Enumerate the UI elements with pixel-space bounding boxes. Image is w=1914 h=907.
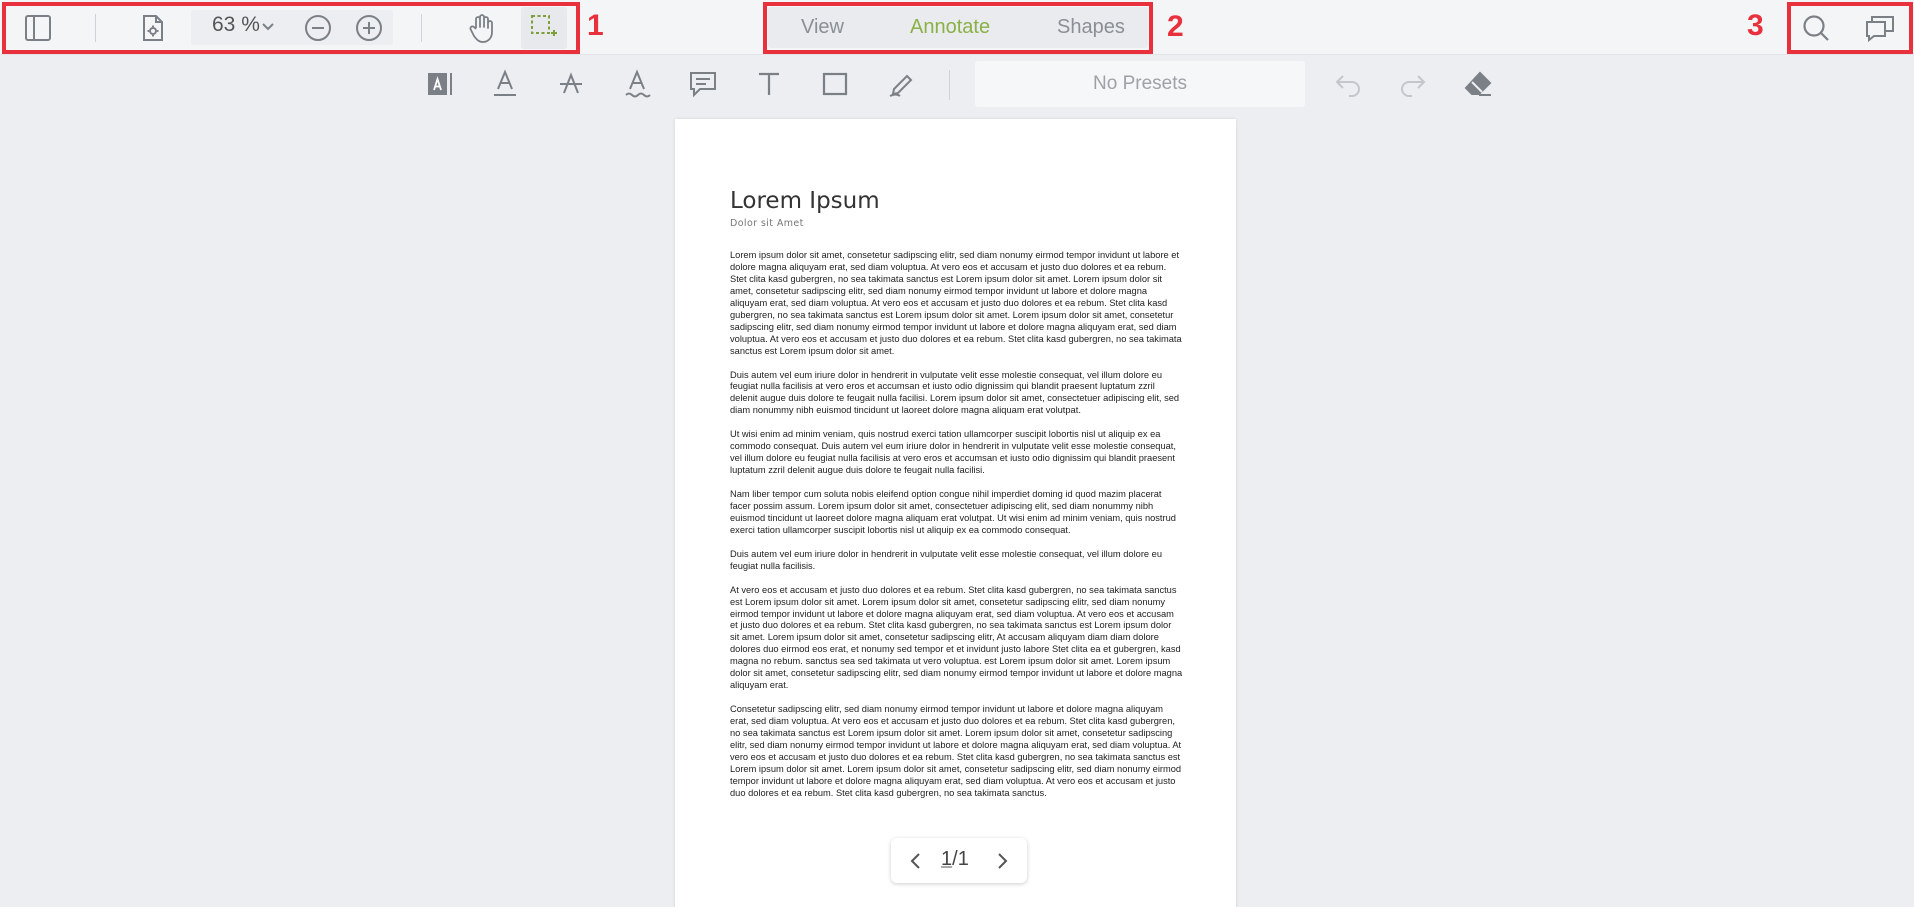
- undo-button[interactable]: [1330, 66, 1366, 102]
- underline-icon: [494, 69, 516, 96]
- note-button[interactable]: [685, 66, 721, 102]
- document-paragraph: Ut wisi enim ad minim veniam, quis nostr…: [730, 429, 1176, 476]
- document-paragraph: Lorem ipsum dolor sit amet, consetetur s…: [730, 250, 1182, 356]
- redo-button[interactable]: [1395, 66, 1431, 102]
- text-highlight-button[interactable]: [422, 66, 458, 102]
- document-paragraph: At vero eos et accusam et justo duo dolo…: [730, 584, 1183, 691]
- current-page[interactable]: 1: [941, 848, 952, 870]
- callout-number-2: 2: [1167, 10, 1184, 43]
- callout-number-1: 1: [587, 9, 604, 42]
- total-pages: 1: [957, 848, 969, 870]
- free-text-button[interactable]: [751, 66, 787, 102]
- speech-bubble-icon: [690, 72, 716, 98]
- page-navigator: 1/1: [891, 838, 1027, 883]
- previous-page-button[interactable]: [901, 846, 929, 876]
- ink-button[interactable]: [883, 66, 919, 102]
- text-strikeout-button[interactable]: [553, 66, 589, 102]
- toolbar-divider: [949, 70, 950, 100]
- chevron-left-icon: [910, 853, 920, 869]
- annotate-toolbar: [0, 55, 1914, 113]
- text-underline-button[interactable]: [487, 66, 523, 102]
- eraser-icon: [1464, 71, 1492, 96]
- document-paragraph: Nam liber tempor cum soluta nobis eleife…: [730, 489, 1176, 535]
- eraser-button[interactable]: [1460, 66, 1496, 102]
- document-paragraph: Duis autem vel eum iriure dolor in hendr…: [730, 548, 1163, 571]
- pen-icon: [889, 74, 913, 97]
- document-page[interactable]: Lorem Ipsum Dolor sit Amet Lorem ipsum d…: [675, 119, 1236, 907]
- document-subtitle: Dolor sit Amet: [730, 218, 804, 229]
- redo-icon: [1401, 75, 1426, 97]
- document-paragraph: Duis autem vel eum iriure dolor in hendr…: [730, 369, 1180, 416]
- document-paragraph: Consetetur sadipscing elitr, sed diam no…: [730, 704, 1182, 798]
- callout-box-1: [2, 2, 580, 54]
- callout-box-2: [763, 2, 1153, 54]
- squiggly-icon: [625, 69, 651, 98]
- document-body: Lorem ipsum dolor sit amet, consetetur s…: [730, 250, 1183, 812]
- page-indicator[interactable]: 1/1: [941, 848, 969, 871]
- callout-box-3: [1787, 2, 1913, 54]
- document-title: Lorem Ipsum: [730, 188, 880, 214]
- text-squiggly-button[interactable]: [619, 66, 655, 102]
- highlight-text-icon: [428, 73, 452, 95]
- undo-icon: [1335, 75, 1360, 97]
- text-t-icon: [759, 72, 779, 95]
- next-page-button[interactable]: [989, 846, 1017, 876]
- chevron-right-icon: [998, 853, 1008, 869]
- rectangle-button[interactable]: [817, 66, 853, 102]
- strikethrough-icon: [560, 72, 582, 94]
- rectangle-icon: [822, 72, 848, 96]
- presets-dropdown[interactable]: No Presets: [975, 61, 1305, 107]
- callout-number-3: 3: [1747, 9, 1764, 42]
